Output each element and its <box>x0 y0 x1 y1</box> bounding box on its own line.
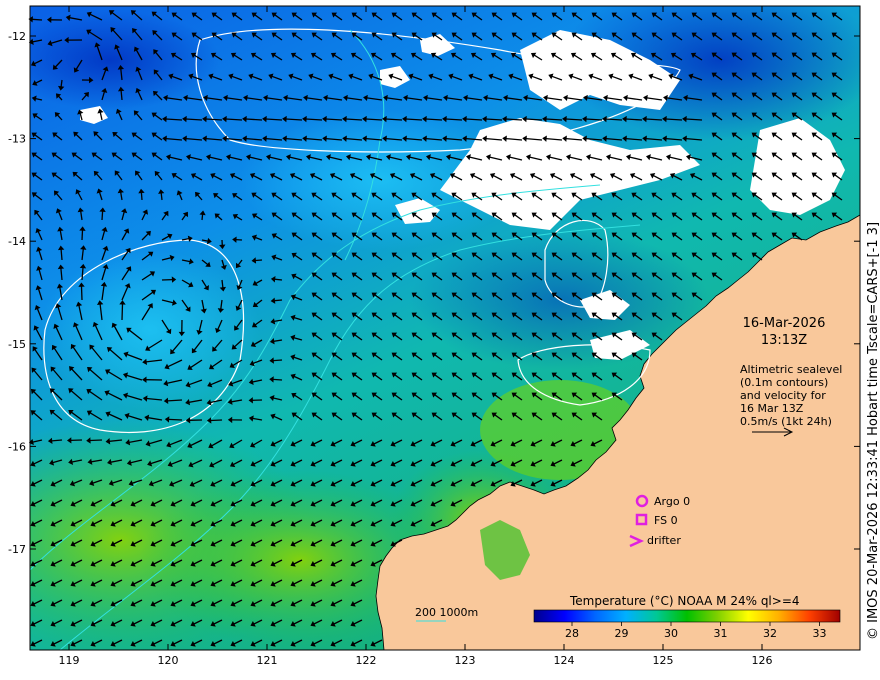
info-line: 0.5m/s (1kt 24h) <box>740 415 832 428</box>
velocity-arrow <box>89 439 103 442</box>
lat-tick-label: -12 <box>8 30 26 43</box>
colorbar-tick-label: 30 <box>664 627 678 640</box>
velocity-arrow <box>60 79 63 87</box>
velocity-arrow <box>160 193 163 201</box>
argo-label: Argo 0 <box>654 495 690 508</box>
colorbar-tick-label: 31 <box>714 627 728 640</box>
velocity-arrow <box>121 303 124 321</box>
map-time: 13:13Z <box>761 333 807 348</box>
velocity-arrow <box>274 278 283 281</box>
velocity-arrow <box>274 299 283 302</box>
velocity-arrow <box>255 259 263 262</box>
lon-tick-label: 119 <box>59 654 80 667</box>
lat-tick-label: -13 <box>8 133 26 146</box>
velocity-arrow <box>168 418 183 421</box>
colorbar-tick-label: 28 <box>565 627 579 640</box>
fs-label: FS 0 <box>654 514 678 527</box>
velocity-arrow <box>120 90 123 101</box>
velocity-arrow <box>221 279 224 288</box>
lon-tick-label: 120 <box>158 654 179 667</box>
velocity-arrow <box>201 214 204 221</box>
cool-water-patch <box>30 10 220 110</box>
info-line: (0.1m contours) <box>740 376 828 389</box>
colorbar-tick-label: 33 <box>813 627 827 640</box>
velocity-arrow <box>140 192 143 201</box>
lat-tick-label: -17 <box>8 543 26 556</box>
isobath-legend: 200 1000m <box>415 606 478 619</box>
lon-tick-label: 124 <box>554 654 575 667</box>
info-line: 16 Mar 13Z <box>740 402 804 415</box>
temperature-colorbar <box>533 609 841 623</box>
velocity-arrow <box>80 286 83 301</box>
lat-tick-label: -15 <box>8 338 26 351</box>
info-line: and velocity for <box>740 389 826 402</box>
lon-tick-label: 122 <box>356 654 377 667</box>
drifter-label: drifter <box>647 534 681 547</box>
colorbar-tick-label: 32 <box>763 627 777 640</box>
lon-tick-label: 126 <box>752 654 773 667</box>
velocity-arrow <box>51 439 63 442</box>
lon-tick-label: 123 <box>455 654 476 667</box>
velocity-arrow <box>273 359 283 362</box>
map-date: 16-Mar-2026 <box>743 316 826 331</box>
sst-map[interactable]: -12 -13 -14 -15 -16 -17 119 120 121 122 123 124 125… <box>0 0 880 680</box>
velocity-arrow <box>210 419 223 422</box>
lon-tick-label: 125 <box>653 654 674 667</box>
lon-tick-label: 121 <box>257 654 278 667</box>
info-line: Altimetric sealevel <box>740 363 842 376</box>
velocity-arrow <box>32 18 43 21</box>
velocity-arrow <box>81 230 84 241</box>
copyright-credit: © IMOS 20-Mar-2026 12:33:41 Hobart time … <box>866 221 880 640</box>
lat-tick-label: -16 <box>8 440 26 453</box>
velocity-arrow <box>167 399 183 402</box>
velocity-arrow <box>273 378 283 381</box>
lat-tick-label: -14 <box>8 235 26 248</box>
colorbar-title: Temperature (°C) NOAA M 24% ql>=4 <box>569 594 800 608</box>
velocity-arrow <box>101 211 104 221</box>
colorbar-tick-label: 29 <box>615 627 629 640</box>
velocity-arrow <box>60 249 63 261</box>
